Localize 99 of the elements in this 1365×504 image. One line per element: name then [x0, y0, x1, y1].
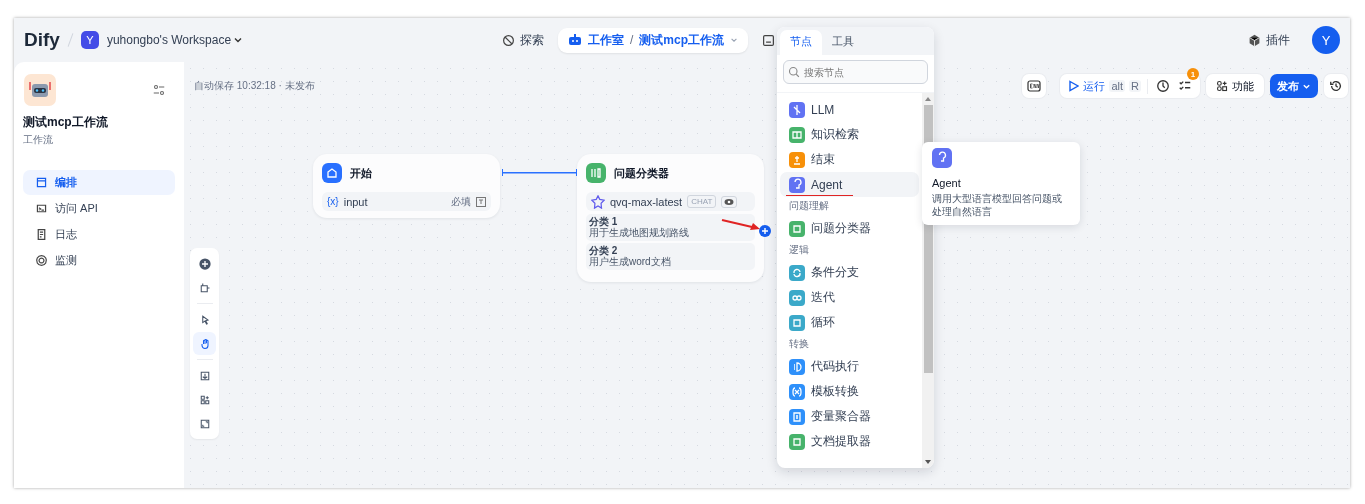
node-title: 问题分类器 [614, 165, 669, 181]
terminal-icon [35, 202, 48, 215]
variable-name: input [343, 195, 369, 208]
app-icon [24, 74, 56, 106]
hand-icon [198, 337, 211, 350]
version-history-button[interactable] [1324, 74, 1348, 98]
document-icon[interactable] [762, 33, 776, 47]
user-avatar[interactable]: Y [1312, 26, 1340, 54]
env-button[interactable] [1022, 74, 1047, 98]
start-node[interactable]: 开始 {x} input 必填 [313, 154, 500, 218]
plugins-link[interactable]: 插件 [1248, 31, 1290, 49]
model-name: qvq-max-latest [610, 195, 683, 208]
node-type-item[interactable]: 代码执行 [780, 354, 919, 379]
picker-tab[interactable]: 节点 [780, 30, 822, 55]
model-tag: CHAT [687, 195, 717, 208]
cube-icon [1248, 33, 1261, 47]
node-type-item[interactable]: 知识检索 [780, 122, 919, 147]
add-node-icon [198, 257, 211, 270]
history-run-icon[interactable] [1156, 79, 1170, 93]
autosave-status: 自动保存 10:32:18 · 未发布 [194, 79, 315, 93]
node-type-label: 结束 [811, 151, 835, 168]
env-icon [1027, 80, 1042, 92]
model-icon [591, 194, 605, 209]
search-icon [788, 66, 800, 78]
node-type-label: 循环 [811, 314, 835, 331]
organize-icon [198, 393, 211, 406]
export-image-icon [198, 369, 211, 382]
text-type-icon [476, 196, 486, 207]
dify-logo[interactable]: Dify [24, 29, 60, 51]
class-label: 分类 2 [589, 245, 619, 256]
node-type-label: 模板转换 [811, 383, 859, 400]
node-type-label: 迭代 [811, 289, 835, 306]
home-icon [322, 163, 342, 183]
sidebar-item[interactable]: 日志 [23, 222, 175, 247]
app-type-label: 工作流 [23, 133, 54, 147]
node-type-item[interactable]: 文档提取器 [780, 429, 919, 454]
node-type-label: 知识检索 [811, 126, 859, 143]
search-field[interactable]: 搜索节点 [783, 60, 928, 84]
add-node-button[interactable] [759, 225, 771, 237]
node-type-item[interactable]: 结束 [780, 147, 919, 172]
node-type-label: LLM [811, 102, 835, 117]
category-heading: 逻辑 [788, 243, 810, 257]
class-label: 分类 1 [589, 216, 619, 227]
node-title: 开始 [350, 165, 372, 181]
document-icon [35, 228, 48, 241]
features-button[interactable]: 功能 [1206, 74, 1264, 98]
apps-icon [1216, 80, 1228, 92]
checklist-badge: 1 [1187, 68, 1199, 80]
question-classifier-node[interactable]: 问题分类器 qvq-max-latest CHAT 分类 1 用于生成地图规划路线 分类 2 用户生成word文档 [577, 154, 764, 282]
note-icon [198, 281, 211, 294]
class-description: 用户生成word文档 [589, 256, 672, 268]
caret-icon [730, 36, 739, 44]
node-type-item[interactable]: 模板转换 [780, 379, 919, 404]
vision-toggle[interactable] [721, 195, 738, 208]
app-name: 测试mcp工作流 [23, 114, 109, 131]
robot-icon [568, 34, 582, 46]
node-type-label: Agent [811, 177, 843, 192]
node-type-item[interactable]: 循环 [780, 310, 919, 335]
node-type-label: 问题分类器 [811, 220, 871, 237]
picker-tab[interactable]: 工具 [822, 30, 864, 55]
settings-icon[interactable] [153, 84, 165, 96]
node-type-label: 代码执行 [811, 358, 859, 375]
publish-button[interactable]: 发布 [1270, 74, 1318, 98]
eye-icon [724, 197, 735, 206]
checklist-icon[interactable] [1178, 79, 1192, 93]
classifier-icon [586, 163, 606, 183]
variable-type-mark: {x} [327, 196, 339, 207]
explore-icon [502, 33, 515, 47]
layout-icon [35, 176, 48, 189]
node-type-label: 变量聚合器 [811, 408, 871, 425]
tooltip-title: Agent [932, 177, 962, 189]
class-description: 用于生成地图规划路线 [589, 227, 690, 239]
node-type-item[interactable]: LLM [780, 97, 919, 122]
node-type-item[interactable]: 变量聚合器 [780, 404, 919, 429]
node-type-label: 条件分支 [811, 264, 859, 281]
workspace-switcher[interactable]: yuhongbo's Workspace [106, 33, 244, 47]
node-type-item[interactable]: 问题分类器 [780, 216, 919, 241]
gauge-icon [35, 254, 48, 267]
node-type-item[interactable]: Agent [780, 172, 919, 197]
play-icon [1068, 80, 1080, 92]
sidebar-item[interactable]: 监测 [23, 248, 175, 273]
history-icon [1329, 79, 1343, 93]
caret-icon [233, 35, 244, 45]
pointer-arrow [721, 218, 761, 232]
workspace-avatar: Y [80, 31, 99, 49]
sidebar-item[interactable]: 编排 [23, 170, 175, 195]
node-type-label: 文档提取器 [811, 433, 871, 450]
fit-view-icon [198, 417, 211, 430]
node-type-item[interactable]: 迭代 [780, 285, 919, 310]
studio-breadcrumb[interactable]: 工作室 / 测试mcp工作流 [558, 27, 749, 53]
category-heading: 转换 [788, 337, 810, 351]
tooltip-description: 调用大型语言模型回答问题或处理自然语言 [932, 192, 1063, 218]
canvas-tool-button[interactable] [193, 332, 216, 355]
explore-nav-link[interactable]: 探索 [502, 31, 544, 49]
category-heading: 问题理解 [788, 199, 830, 213]
node-type-item[interactable]: 条件分支 [780, 260, 919, 285]
plus-icon [761, 227, 769, 235]
sidebar-item[interactable]: 访问 API [23, 196, 175, 221]
required-label: 必填 [451, 194, 471, 209]
